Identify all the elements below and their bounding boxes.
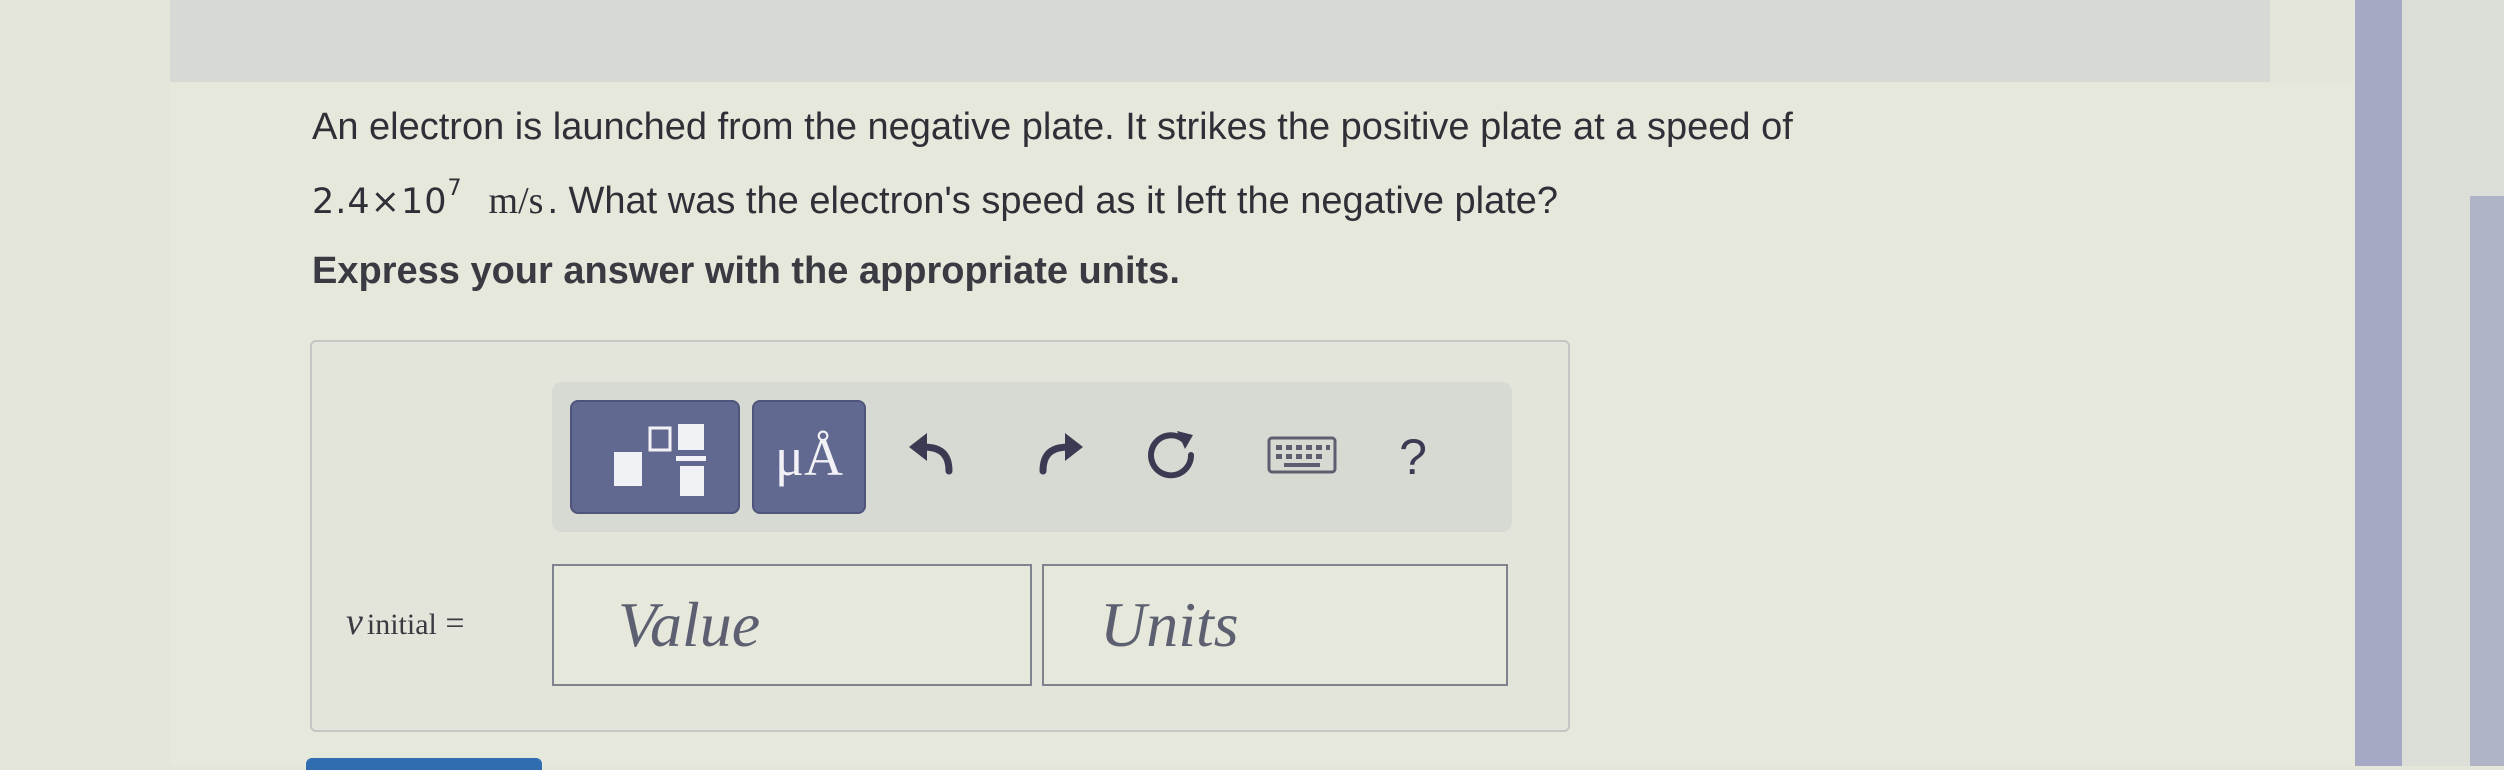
redo-button[interactable] <box>1026 420 1096 490</box>
question-line-2: 2.4×107 m/s. What was the electron's spee… <box>312 158 2012 233</box>
keyboard-icon <box>1267 436 1337 474</box>
scrollbar-thumb[interactable] <box>2470 196 2504 766</box>
equals-sign: = <box>445 605 465 642</box>
reset-icon <box>1148 431 1195 479</box>
reset-button[interactable] <box>1136 420 1206 490</box>
templates-icon <box>614 424 706 496</box>
submit-button[interactable] <box>306 758 542 770</box>
units-input[interactable] <box>1042 564 1508 686</box>
undo-button[interactable] <box>896 420 966 490</box>
answer-variable-label: v initial = <box>346 600 465 644</box>
answer-instruction: Express your answer with the appropriate… <box>312 250 1180 292</box>
redo-icon <box>1039 433 1083 475</box>
question-line-1: An electron is launched from the negativ… <box>312 106 1793 148</box>
value-input[interactable] <box>552 564 1032 686</box>
speed-mantissa: 2.4×10 <box>312 182 448 222</box>
units-button-label: μÅ <box>775 427 843 487</box>
question-line-2-text: . What was the electron's speed as it le… <box>547 180 1559 222</box>
speed-unit: m/s <box>488 180 544 222</box>
header-band <box>170 0 2270 82</box>
speed-value: 2.4×107 <box>312 176 463 222</box>
undo-icon <box>909 433 953 475</box>
variable-subscript: initial <box>366 608 437 641</box>
keyboard-button[interactable] <box>1262 420 1342 490</box>
units-button[interactable]: μÅ <box>752 400 866 514</box>
help-button[interactable]: ? <box>1385 422 1441 492</box>
question-text: An electron is launched from the negativ… <box>312 96 2012 233</box>
templates-button[interactable] <box>570 400 740 514</box>
variable-symbol: v <box>346 601 363 643</box>
speed-exponent: 7 <box>447 176 463 201</box>
page-side-rail <box>2355 0 2402 766</box>
